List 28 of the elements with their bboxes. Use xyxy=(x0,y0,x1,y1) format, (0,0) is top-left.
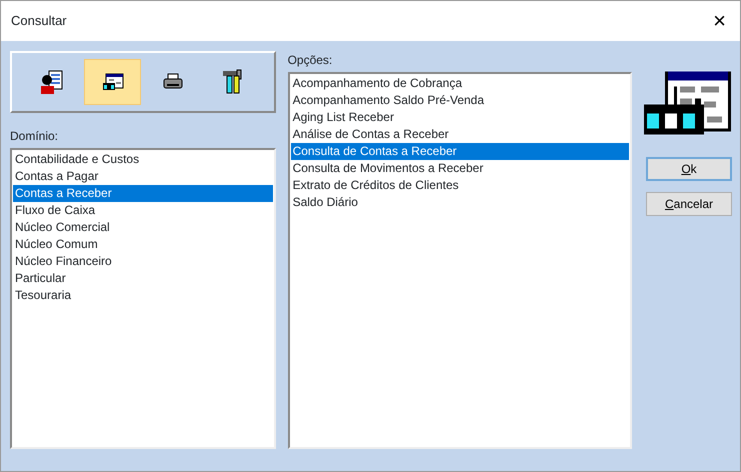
domain-item[interactable]: Contabilidade e Custos xyxy=(13,151,273,168)
window-title: Consultar xyxy=(11,12,67,30)
cancel-button[interactable]: Cancelar xyxy=(646,192,732,216)
options-label: Opções: xyxy=(288,52,334,69)
domain-item[interactable]: Núcleo Comercial xyxy=(13,219,273,236)
option-item[interactable]: Acompanhamento Saldo Pré-Venda xyxy=(290,92,629,109)
option-item[interactable]: Extrato de Créditos de Clientes xyxy=(290,177,629,194)
option-item[interactable]: Acompanhamento de Cobrança xyxy=(290,75,629,92)
ok-button[interactable]: Ok xyxy=(646,157,732,181)
domain-item[interactable]: Núcleo Financeiro xyxy=(13,253,273,270)
domain-item[interactable]: Tesouraria xyxy=(13,287,273,304)
toolbar-button[interactable] xyxy=(84,59,142,105)
option-item[interactable]: Consulta de Movimentos a Receber xyxy=(290,160,629,177)
domain-label: Domínio: xyxy=(10,128,60,145)
close-button[interactable]: × xyxy=(709,10,730,32)
chart-window-icon xyxy=(102,73,124,91)
domain-item[interactable]: Fluxo de Caixa xyxy=(13,202,273,219)
person-document-icon xyxy=(40,69,64,95)
domain-item[interactable]: Núcleo Comum xyxy=(13,236,273,253)
domain-item[interactable]: Contas a Pagar xyxy=(13,168,273,185)
option-item[interactable]: Saldo Diário xyxy=(290,194,629,211)
domain-item[interactable]: Particular xyxy=(13,270,273,287)
option-item[interactable]: Consulta de Contas a Receber xyxy=(290,143,629,160)
report-window-icon xyxy=(644,71,734,135)
option-item[interactable]: Análise de Contas a Receber xyxy=(290,126,629,143)
domain-item[interactable]: Contas a Receber xyxy=(13,185,273,202)
printer-icon xyxy=(162,73,184,91)
option-item[interactable]: Aging List Receber xyxy=(290,109,629,126)
